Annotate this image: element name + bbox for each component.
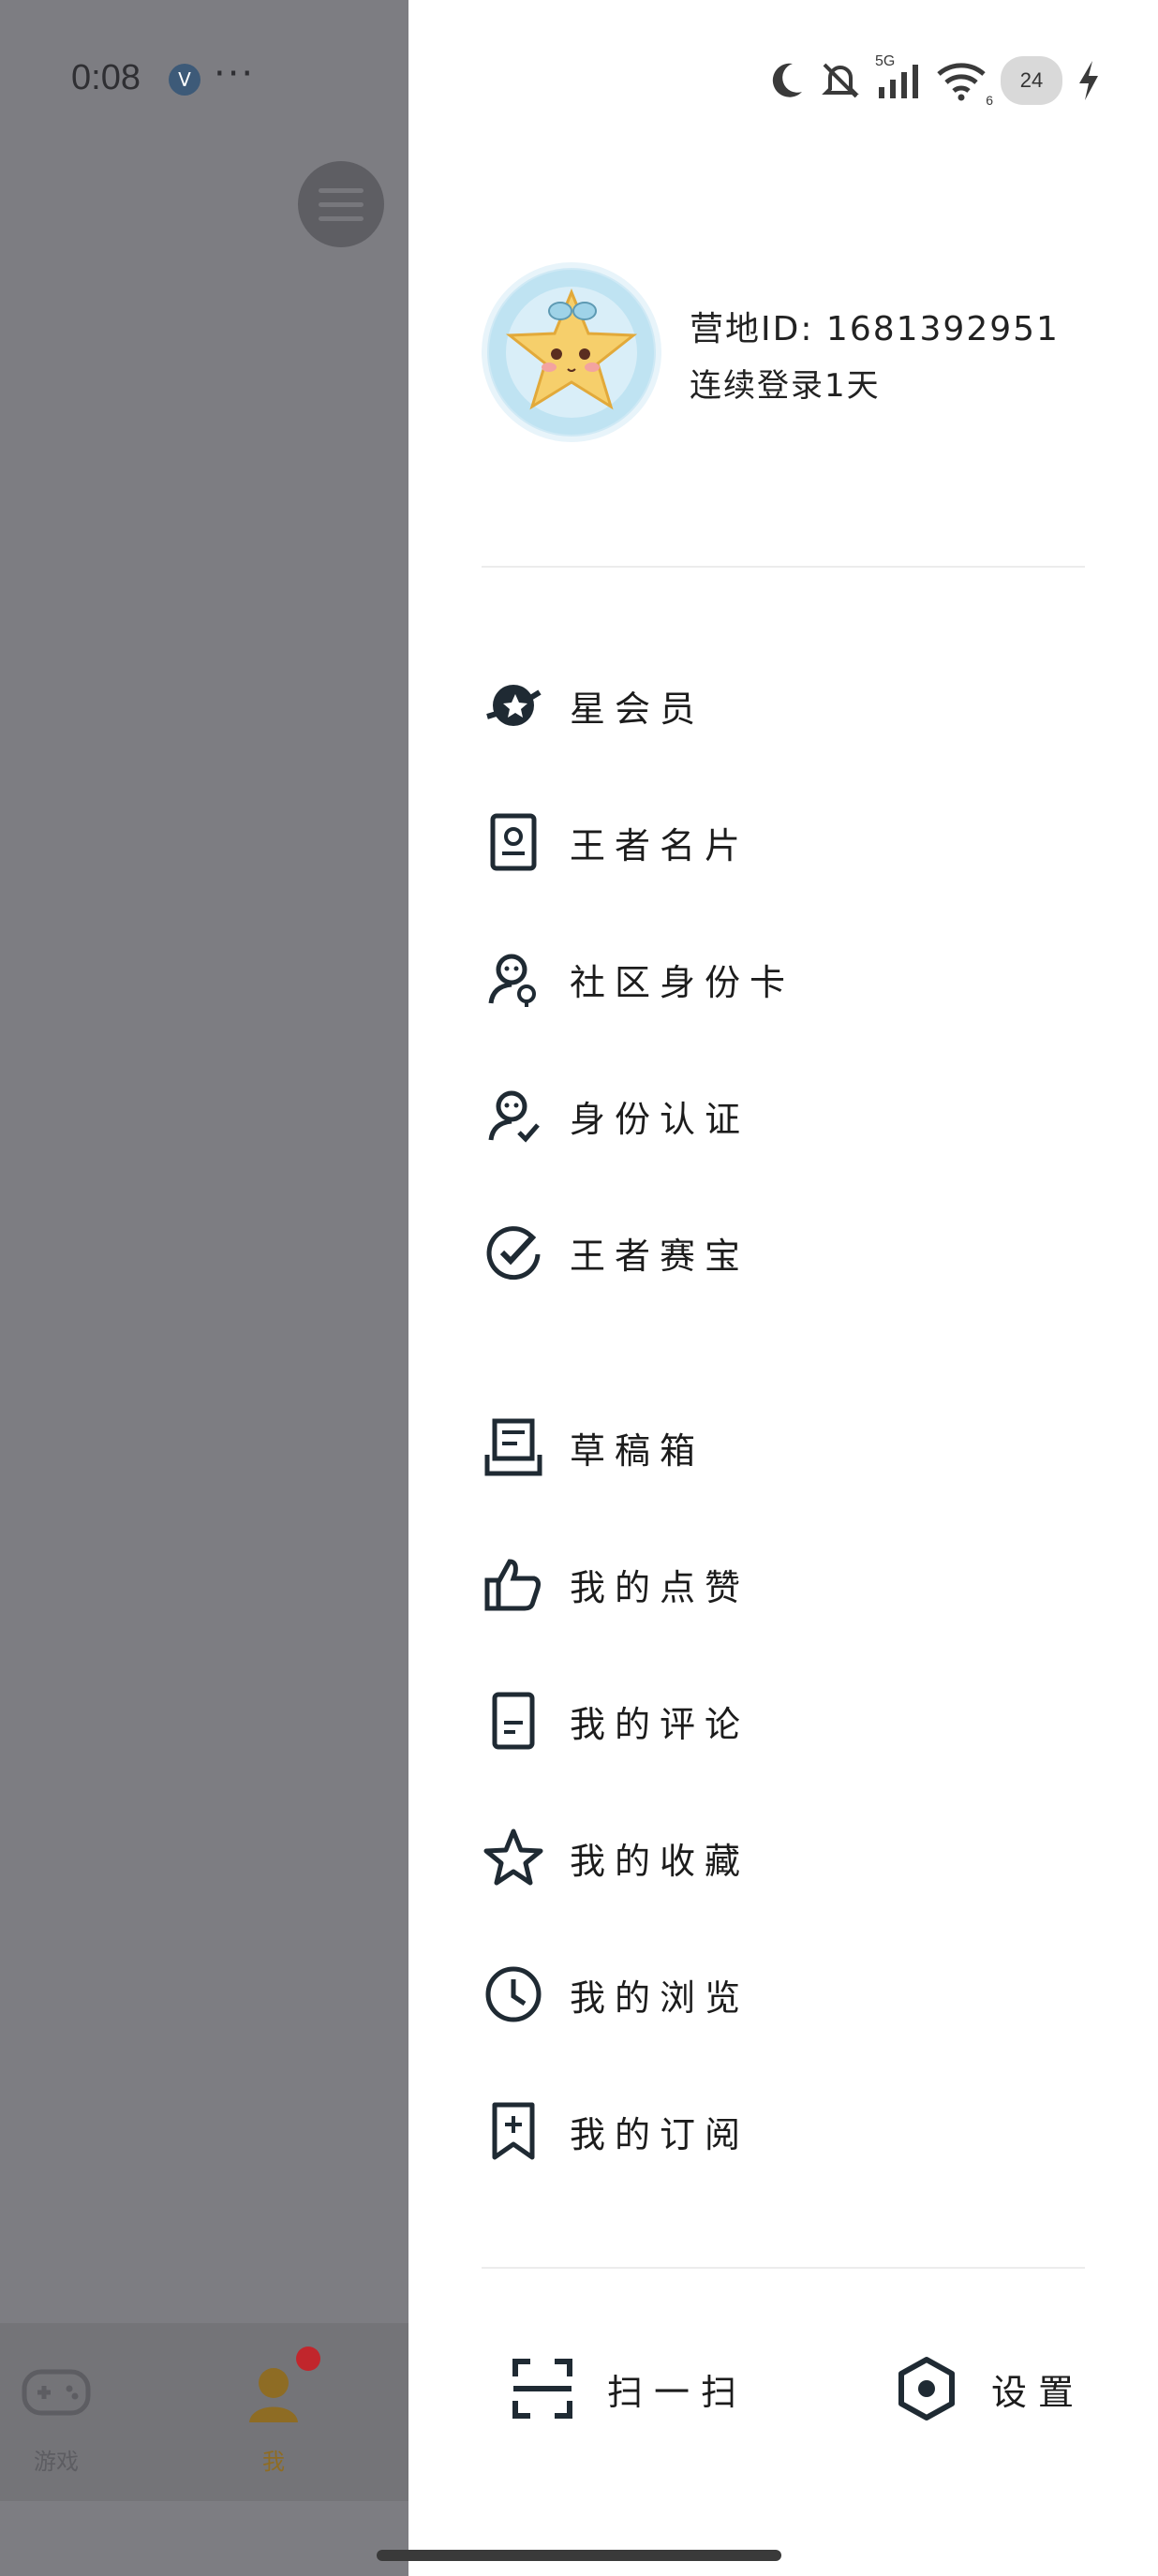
profile-id: 营地ID: 1681392951	[690, 310, 1060, 348]
notification-app-icon: V	[169, 64, 200, 96]
menu-item-verification[interactable]: 身份认证	[482, 1047, 1119, 1184]
nav-tab-me[interactable]: 我	[217, 2361, 330, 2476]
gamepad-icon	[22, 2369, 91, 2416]
menu-label: 身份认证	[570, 1098, 750, 1140]
background-app-overlay[interactable]: 0:08 V ··· 游戏 我	[0, 0, 408, 2576]
menu-label: 我的评论	[570, 1703, 750, 1745]
community-id-icon	[482, 947, 545, 1011]
menu-label: 王者名片	[570, 824, 750, 866]
menu-item-my-history[interactable]: 我的浏览	[482, 1926, 1119, 2063]
name-card-icon	[482, 810, 545, 874]
person-icon	[249, 2368, 298, 2422]
notification-badge	[296, 2347, 320, 2371]
menu-item-my-favorites[interactable]: 我的收藏	[482, 1789, 1119, 1926]
comment-icon	[482, 1689, 545, 1753]
avatar[interactable]	[482, 262, 661, 442]
scan-button[interactable]: 扫一扫	[510, 2323, 748, 2454]
login-streak: 连续登录1天	[690, 367, 881, 405]
home-indicator[interactable]	[377, 2550, 781, 2561]
battery-level: 24	[1019, 68, 1044, 92]
nav-games-label: 游戏	[34, 2449, 79, 2475]
status-time: 0:08	[71, 58, 141, 97]
nav-me-label: 我	[262, 2449, 285, 2475]
drafts-icon	[482, 1415, 545, 1479]
menu-label: 我的收藏	[570, 1840, 750, 1882]
settings-hexagon-icon	[898, 2357, 955, 2421]
menu-label: 我的订阅	[570, 2113, 750, 2155]
star-member-icon	[482, 674, 545, 737]
menu-label: 草稿箱	[570, 1429, 705, 1472]
star-icon	[482, 1826, 545, 1889]
menu-item-my-likes[interactable]: 我的点赞	[482, 1516, 1119, 1652]
profile-section[interactable]: 营地ID: 1681392951 连续登录1天	[482, 262, 1137, 450]
menu-group-1: 星会员 王者名片 社区身份卡 身份认证 王者赛宝	[482, 637, 1119, 1321]
charging-bolt-icon	[1079, 61, 1098, 100]
hamburger-menu-button[interactable]	[298, 161, 384, 247]
more-dots-icon: ···	[214, 52, 256, 96]
background-bottom-nav: 游戏 我	[0, 2323, 408, 2501]
menu-item-my-comments[interactable]: 我的评论	[482, 1652, 1119, 1789]
scan-label: 扫一扫	[607, 2371, 749, 2413]
menu-item-match-treasure[interactable]: 王者赛宝	[482, 1184, 1119, 1321]
menu-item-name-card[interactable]: 王者名片	[482, 774, 1119, 910]
settings-button[interactable]: 设置	[894, 2323, 1085, 2454]
status-icons: 5G 6 24	[768, 52, 1102, 109]
wifi-icon: 6	[935, 59, 993, 108]
menu-item-star-member[interactable]: 星会员	[482, 637, 1119, 774]
menu-label: 我的点赞	[570, 1566, 750, 1608]
battery-indicator: 24	[1001, 56, 1062, 105]
menu-item-drafts[interactable]: 草稿箱	[482, 1379, 1119, 1516]
nav-tab-games[interactable]: 游戏	[0, 2361, 112, 2476]
cellular-signal-icon: 5G	[875, 53, 922, 102]
menu-label: 社区身份卡	[570, 961, 795, 1003]
divider	[482, 2267, 1085, 2269]
scan-icon	[512, 2359, 572, 2419]
menu-label: 王者赛宝	[570, 1235, 750, 1277]
bookmark-add-icon	[482, 2099, 545, 2163]
side-drawer: 5G 6 24 营地ID: 1681392951 连续登录1天 星会员 王者名片…	[408, 0, 1158, 2576]
menu-item-community-id[interactable]: 社区身份卡	[482, 910, 1119, 1047]
divider	[482, 566, 1085, 568]
clock-icon	[482, 1962, 545, 2026]
menu-item-my-subscriptions[interactable]: 我的订阅	[482, 2063, 1119, 2199]
network-type-label: 5G	[875, 53, 896, 69]
thumbs-up-icon	[482, 1552, 545, 1616]
settings-label: 设置	[991, 2371, 1086, 2413]
menu-label: 我的浏览	[570, 1976, 750, 2019]
star-mascot-icon	[489, 270, 654, 435]
menu-group-2: 草稿箱 我的点赞 我的评论 我的收藏 我的浏览 我的订阅	[482, 1379, 1119, 2199]
bottom-actions: 扫一扫 设置	[482, 2323, 1119, 2454]
menu-label: 星会员	[570, 688, 705, 730]
verification-icon	[482, 1084, 545, 1147]
moon-icon	[772, 63, 802, 97]
bell-muted-icon	[822, 63, 859, 98]
wifi-level-label: 6	[986, 93, 993, 108]
match-treasure-icon	[482, 1221, 545, 1284]
